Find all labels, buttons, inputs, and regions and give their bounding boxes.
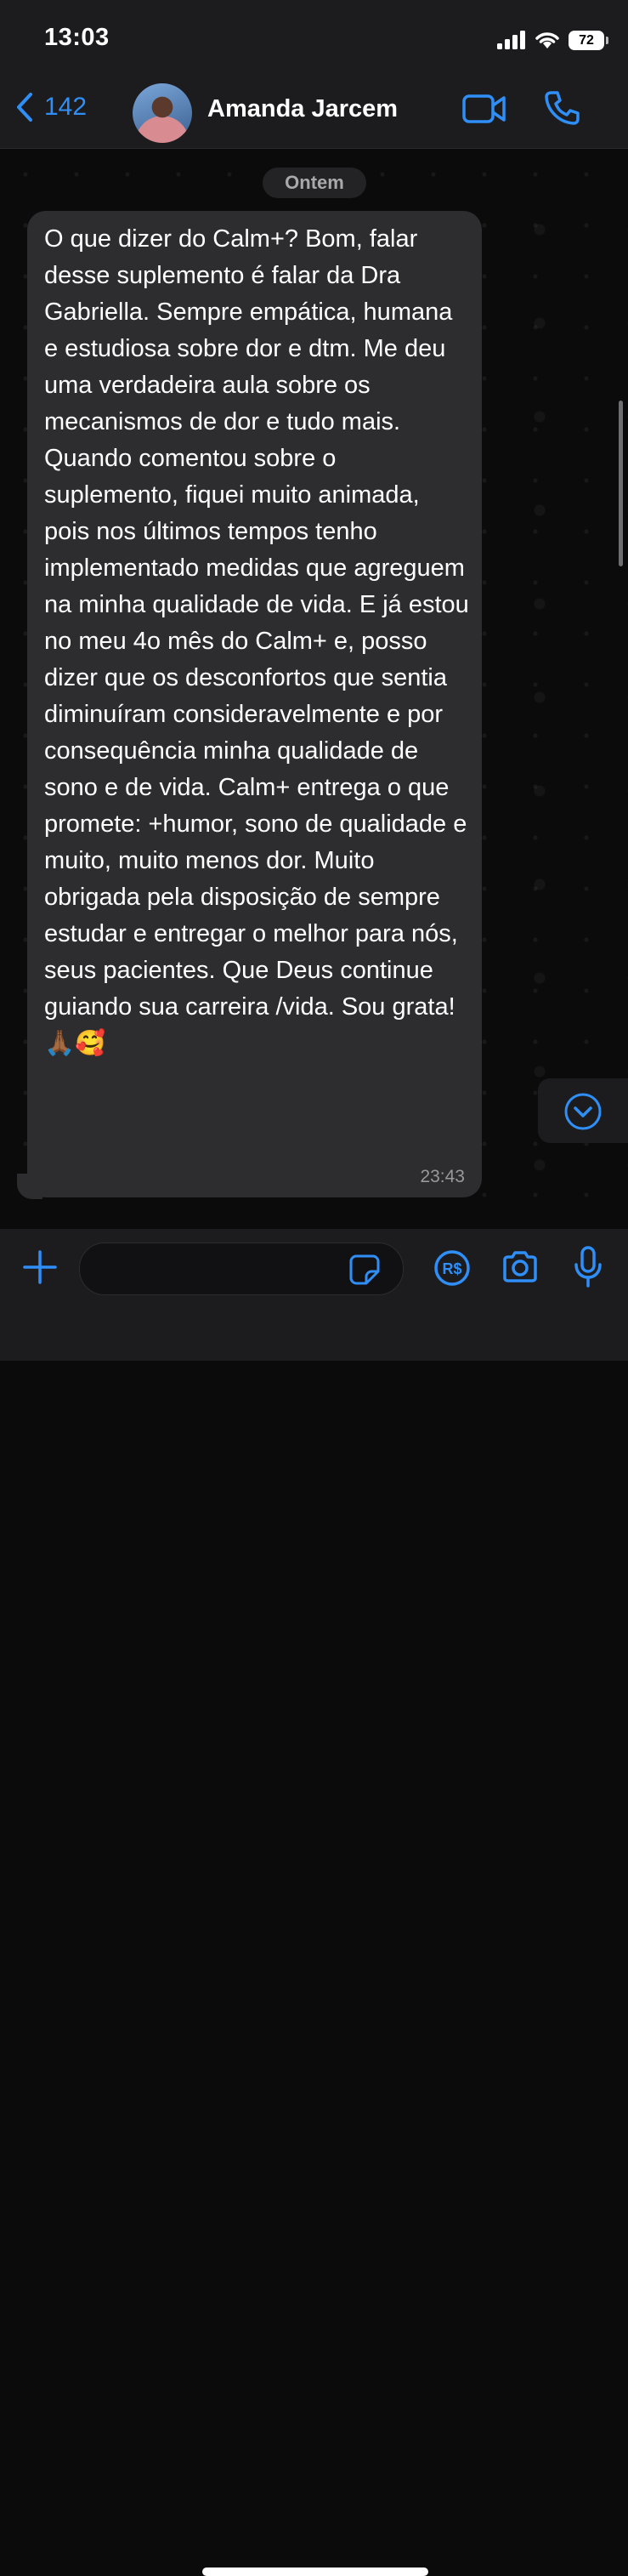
back-button[interactable]: 142 [15, 92, 87, 122]
currency-real-icon: R$ [434, 1250, 470, 1286]
status-icons: 72 [497, 27, 608, 53]
scrollbar[interactable] [619, 401, 623, 566]
chat-header: 142 Amanda Jarcem [0, 77, 628, 149]
camera-icon [503, 1251, 537, 1282]
home-indicator [202, 2567, 428, 2576]
video-call-button[interactable] [462, 94, 506, 128]
message-bubble[interactable]: O que dizer do Calm+? Bom, falar desse s… [27, 211, 482, 1197]
sticker-button[interactable] [348, 1254, 381, 1290]
contact-avatar[interactable] [133, 83, 192, 143]
battery-indicator: 72 [569, 30, 608, 50]
composer-bar: R$ [0, 1229, 628, 2576]
signal-icon [497, 31, 525, 49]
svg-text:R$: R$ [442, 1260, 461, 1277]
unread-count: 142 [44, 93, 88, 121]
message-text: O que dizer do Calm+? Bom, falar desse s… [44, 225, 476, 1057]
status-bar: 13:03 72 [0, 0, 628, 77]
voice-call-button[interactable] [544, 90, 580, 130]
voice-note-button[interactable] [573, 1246, 603, 1293]
message-time: 23:43 [420, 1167, 465, 1186]
contact-name[interactable]: Amanda Jarcem [207, 95, 398, 123]
chevron-down-circle-icon [564, 1093, 602, 1130]
phone-icon [545, 91, 580, 125]
scroll-to-bottom-button[interactable] [538, 1078, 628, 1143]
sticker-icon [349, 1254, 380, 1285]
payment-button[interactable]: R$ [433, 1249, 471, 1291]
plus-icon [23, 1250, 57, 1284]
date-separator: Ontem [263, 168, 366, 198]
attach-button[interactable] [22, 1249, 58, 1289]
chat-area[interactable]: Ontem O que dizer do Calm+? Bom, falar d… [0, 149, 628, 1229]
chevron-left-icon [17, 93, 32, 122]
microphone-icon [574, 1246, 602, 1288]
wifi-icon [535, 32, 559, 48]
camera-button[interactable] [501, 1251, 539, 1288]
status-time: 13:03 [44, 24, 110, 51]
video-camera-icon [462, 94, 506, 123]
